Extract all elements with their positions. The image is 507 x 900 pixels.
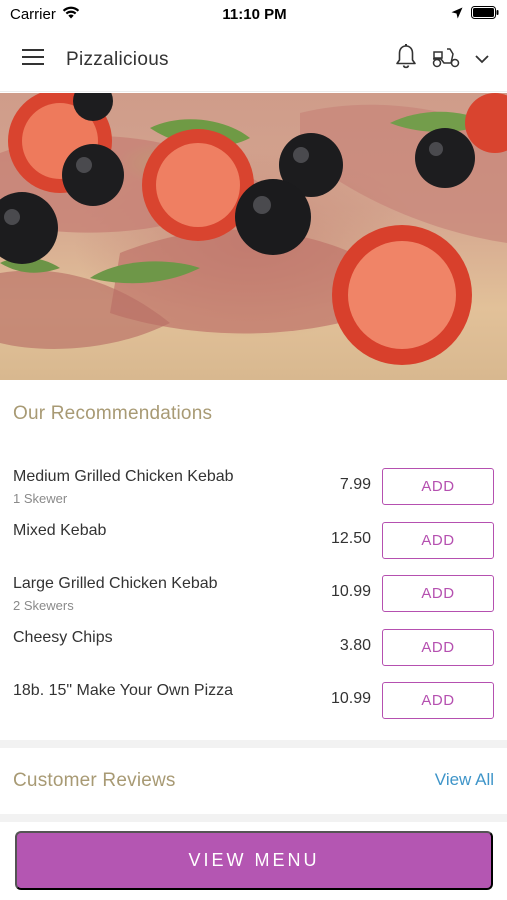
pizza-illustration <box>0 93 507 365</box>
nav-actions <box>395 44 489 75</box>
view-all-reviews-link[interactable]: View All <box>435 770 494 790</box>
add-button[interactable]: ADD <box>382 521 494 559</box>
item-name: Mixed Kebab <box>13 521 107 539</box>
recommendations-list: Medium Grilled Chicken Kebab 1 Skewer 7.… <box>0 462 507 730</box>
app-title: Pizzalicious <box>66 48 169 70</box>
list-item: Mixed Kebab 12.50 ADD <box>0 516 507 570</box>
chevron-down-icon[interactable] <box>475 51 489 69</box>
hero-pizza-image <box>0 93 507 380</box>
item-price: 3.80 <box>339 636 371 654</box>
item-price: 7.99 <box>339 476 371 493</box>
item-price: 10.99 <box>330 690 371 707</box>
add-button[interactable]: ADD <box>382 575 494 612</box>
add-button[interactable]: ADD <box>382 682 494 719</box>
status-right <box>359 5 499 23</box>
recommendations-title: Our Recommendations <box>13 403 213 424</box>
list-item: 18b. 15" Make Your Own Pizza 10.99 ADD <box>0 676 507 730</box>
item-subtitle: 2 Skewers <box>13 598 74 613</box>
bell-icon[interactable] <box>395 44 417 75</box>
list-item: Medium Grilled Chicken Kebab 1 Skewer 7.… <box>0 462 507 516</box>
item-price: 10.99 <box>330 583 371 600</box>
list-item: Cheesy Chips 3.80 ADD <box>0 623 507 677</box>
view-menu-button[interactable]: VIEW MENU <box>15 831 493 890</box>
battery-icon <box>471 5 499 23</box>
add-button[interactable]: ADD <box>382 628 494 666</box>
item-name: 18b. 15" Make Your Own Pizza <box>13 682 234 699</box>
hamburger-menu-icon[interactable] <box>22 49 44 70</box>
section-divider <box>0 814 507 822</box>
section-divider <box>0 740 507 748</box>
location-arrow-icon <box>451 6 463 23</box>
status-bar: Carrier 11:10 PM <box>0 0 507 28</box>
status-time: 11:10 PM <box>222 5 287 23</box>
reviews-title: Customer Reviews <box>13 770 176 791</box>
item-name: Cheesy Chips <box>13 628 113 646</box>
item-name: Medium Grilled Chicken Kebab <box>13 468 234 485</box>
item-name: Large Grilled Chicken Kebab <box>13 575 218 592</box>
item-price: 12.50 <box>330 529 371 547</box>
add-button[interactable]: ADD <box>382 468 494 505</box>
wifi-icon <box>62 6 80 23</box>
status-left: Carrier <box>10 6 150 23</box>
carrier-label: Carrier <box>10 5 56 23</box>
scooter-icon[interactable] <box>431 46 461 73</box>
list-item: Large Grilled Chicken Kebab 2 Skewers 10… <box>0 569 507 623</box>
nav-bar: Pizzalicious <box>0 28 507 92</box>
item-subtitle: 1 Skewer <box>13 491 68 506</box>
